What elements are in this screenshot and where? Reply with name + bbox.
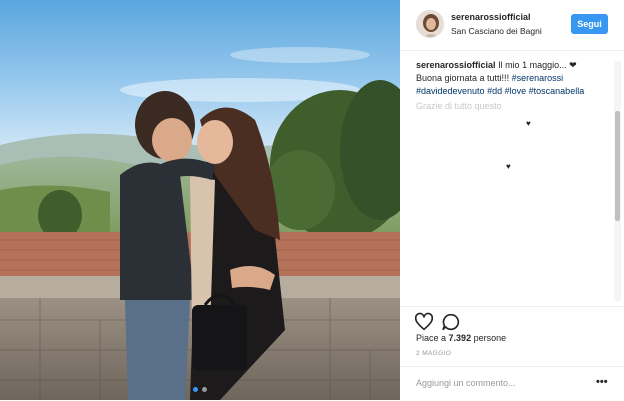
- comment-icon: [442, 313, 460, 331]
- scrollbar-thumb[interactable]: [615, 111, 620, 221]
- comment-button[interactable]: [440, 311, 462, 333]
- hashtag-link[interactable]: #love: [505, 86, 527, 96]
- avatar[interactable]: [416, 10, 444, 38]
- photo-scene: [0, 0, 400, 400]
- avatar-image: [417, 11, 443, 37]
- post-sidebar: serenarossiofficial San Casciano dei Bag…: [400, 0, 624, 400]
- post-date: 2 MAGGIO: [416, 350, 452, 357]
- caption-line2: Buona giornata a tutti!!!: [416, 73, 510, 83]
- like-button[interactable]: [413, 311, 435, 333]
- carousel-dot[interactable]: [202, 387, 207, 392]
- header-username[interactable]: serenarossiofficial: [451, 12, 531, 22]
- heart-icon: ♥: [526, 119, 531, 128]
- hashtag-link[interactable]: #davidedevenuto: [416, 86, 485, 96]
- carousel-indicator: [0, 387, 400, 392]
- caption-text: Il mio 1 maggio... ❤: [498, 60, 577, 70]
- action-bar: [400, 306, 624, 335]
- follow-button[interactable]: Segui: [571, 14, 608, 34]
- hashtag-link[interactable]: #serenarossi: [512, 73, 564, 83]
- comment-input[interactable]: Aggiungi un commento...: [416, 378, 516, 388]
- header-location[interactable]: San Casciano dei Bagni: [451, 26, 542, 36]
- likes-number: 7.392: [448, 333, 472, 343]
- more-options-icon[interactable]: •••: [596, 376, 608, 388]
- comments-area: serenarossiofficial Il mio 1 maggio... ❤…: [400, 51, 624, 301]
- post-header: serenarossiofficial San Casciano dei Bag…: [400, 0, 624, 51]
- carousel-dot[interactable]: [193, 387, 198, 392]
- add-comment-bar: Aggiungi un commento... •••: [400, 366, 624, 401]
- heart-icon: ♥: [506, 162, 511, 171]
- post-photo[interactable]: [0, 0, 400, 400]
- likes-count[interactable]: Piace a 7.392 persone: [416, 333, 506, 343]
- faded-comment: Grazie di tutto questo: [416, 101, 502, 111]
- caption-username[interactable]: serenarossiofficial: [416, 60, 496, 70]
- likes-prefix: Piace a: [416, 333, 447, 343]
- caption: serenarossiofficial Il mio 1 maggio... ❤…: [416, 59, 606, 98]
- hashtag-link[interactable]: #toscanabella: [529, 86, 585, 96]
- likes-suffix: persone: [473, 333, 507, 343]
- instagram-post: serenarossiofficial San Casciano dei Bag…: [0, 0, 624, 400]
- heart-icon: [414, 312, 434, 331]
- hashtag-link[interactable]: #dd: [487, 86, 502, 96]
